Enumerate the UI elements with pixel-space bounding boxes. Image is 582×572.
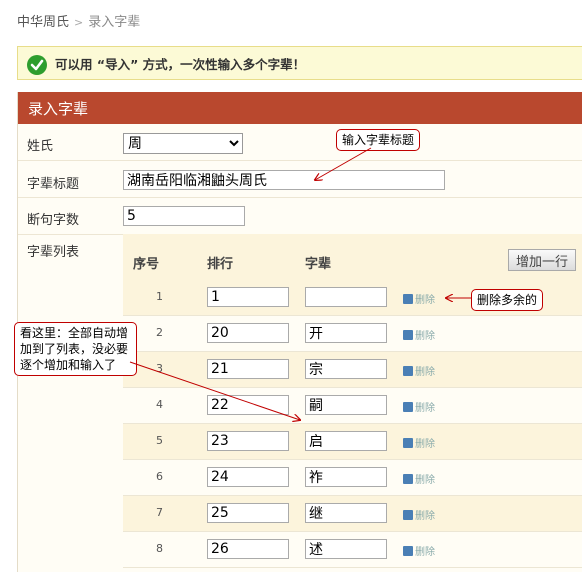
trash-icon: [403, 294, 413, 304]
check-icon: [27, 54, 47, 75]
delete-label: 删除: [415, 367, 435, 378]
delete-row-button[interactable]: 删除: [403, 543, 435, 558]
break-label: 断句字数: [27, 213, 80, 228]
breadcrumb-home-link[interactable]: 中华周氏: [17, 15, 69, 30]
trash-icon: [403, 546, 413, 556]
delete-label: 删除: [415, 403, 435, 414]
delete-callout: 删除多余的: [471, 289, 544, 311]
list-label: 字辈列表: [27, 245, 80, 260]
title-label: 字辈标题: [27, 177, 80, 192]
rank-input[interactable]: [207, 467, 289, 487]
list-row: 6 删除: [123, 460, 582, 496]
add-row-button[interactable]: 增加一行: [508, 249, 576, 271]
list-row: 7 删除: [123, 496, 582, 532]
break-input[interactable]: [123, 206, 245, 226]
breadcrumb-current: 录入字辈: [88, 15, 141, 30]
trash-icon: [403, 402, 413, 412]
header-gen: 字辈: [305, 257, 332, 272]
generation-input[interactable]: [305, 395, 387, 415]
title-callout: 输入字辈标题: [336, 129, 421, 151]
breadcrumb: 中华周氏 > 录入字辈: [0, 0, 582, 40]
surname-select[interactable]: 周: [123, 133, 243, 154]
break-row: 断句字数: [18, 198, 582, 235]
generation-input[interactable]: [305, 287, 387, 307]
breadcrumb-separator: >: [74, 16, 84, 29]
delete-row-button[interactable]: 删除: [403, 327, 435, 342]
delete-label: 删除: [415, 547, 435, 558]
trash-icon: [403, 438, 413, 448]
delete-row-button[interactable]: 删除: [403, 399, 435, 414]
list-header: 序号 排行 字辈 增加一行: [123, 234, 582, 280]
rank-input[interactable]: [207, 431, 289, 451]
generation-input[interactable]: [305, 503, 387, 523]
delete-label: 删除: [415, 475, 435, 486]
title-input[interactable]: [123, 170, 445, 190]
surname-label: 姓氏: [27, 139, 54, 154]
notice-banner: 可以用 “导入” 方式，一次性输入多个字辈！: [17, 46, 582, 80]
header-index: 序号: [133, 257, 160, 272]
row-index: 2: [156, 326, 163, 339]
delete-row-button[interactable]: 删除: [403, 363, 435, 378]
row-index: 5: [156, 434, 163, 447]
delete-row-button[interactable]: 删除: [403, 291, 435, 306]
rank-input[interactable]: [207, 359, 289, 379]
panel-title: 录入字辈: [18, 92, 582, 124]
delete-row-button[interactable]: 删除: [403, 435, 435, 450]
generation-input[interactable]: [305, 467, 387, 487]
rank-input[interactable]: [207, 395, 289, 415]
row-index: 8: [156, 542, 163, 555]
delete-label: 删除: [415, 331, 435, 342]
delete-row-button[interactable]: 删除: [403, 507, 435, 522]
row-index: 1: [156, 290, 163, 303]
list-row: 4 删除: [123, 388, 582, 424]
trash-icon: [403, 330, 413, 340]
generation-input[interactable]: [305, 323, 387, 343]
generation-input[interactable]: [305, 431, 387, 451]
list-row: 3 删除: [123, 352, 582, 388]
generation-input[interactable]: [305, 539, 387, 559]
rank-input[interactable]: [207, 539, 289, 559]
header-rank: 排行: [207, 257, 234, 272]
delete-label: 删除: [415, 295, 435, 306]
generation-input[interactable]: [305, 359, 387, 379]
rank-input[interactable]: [207, 287, 289, 307]
list-row: 5 删除: [123, 424, 582, 460]
surname-row: 姓氏: [18, 124, 582, 161]
trash-icon: [403, 510, 413, 520]
auto-callout: 看这里：全部自动增加到了列表，没必要逐个增加和输入了: [14, 322, 137, 376]
delete-label: 删除: [415, 511, 435, 522]
trash-icon: [403, 366, 413, 376]
delete-label: 删除: [415, 439, 435, 450]
trash-icon: [403, 474, 413, 484]
row-index: 4: [156, 398, 163, 411]
notice-text: 可以用 “导入” 方式，一次性输入多个字辈！: [55, 57, 306, 72]
list-row: 8 删除: [123, 532, 582, 568]
row-index: 7: [156, 506, 163, 519]
rank-input[interactable]: [207, 503, 289, 523]
row-index: 6: [156, 470, 163, 483]
delete-row-button[interactable]: 删除: [403, 471, 435, 486]
row-index: 3: [156, 362, 163, 375]
list-row: 2 删除: [123, 316, 582, 352]
rank-input[interactable]: [207, 323, 289, 343]
